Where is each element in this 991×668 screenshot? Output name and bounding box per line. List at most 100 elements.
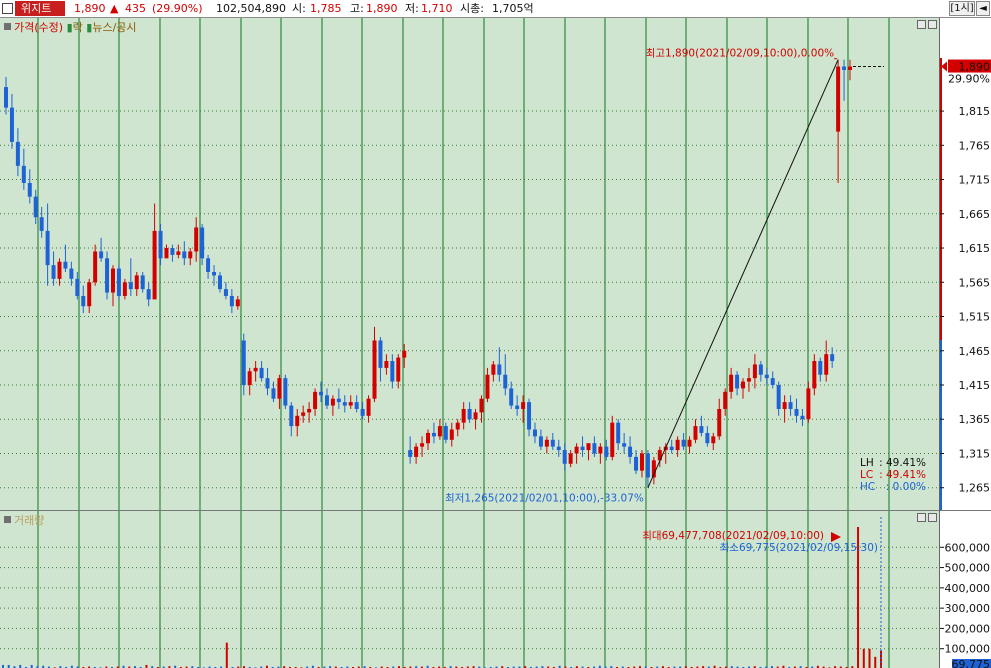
candle-body — [604, 446, 609, 457]
axis-range-bar-upper — [940, 58, 942, 340]
candle-body — [497, 364, 502, 375]
candle-body — [116, 268, 121, 296]
candle-body — [693, 426, 698, 440]
volume-max-pointer-icon — [831, 532, 841, 542]
candle-body — [15, 141, 20, 166]
candle-body — [57, 261, 62, 279]
candle-body — [556, 446, 561, 451]
legend-news[interactable]: 뉴스/공시 — [92, 21, 136, 34]
price-axis[interactable]: 1,815 1,765 1,715 1,665 1,615 1,565 1,515 1,465… — [939, 18, 991, 510]
volume-bar — [874, 656, 877, 668]
candle-body — [348, 402, 353, 406]
pane-close-icon[interactable] — [928, 513, 937, 522]
candle-body — [723, 391, 728, 409]
candle-body — [538, 436, 543, 447]
candle-body — [842, 66, 847, 70]
candle-body — [681, 439, 686, 447]
candle-body — [586, 443, 591, 451]
candle-body — [229, 295, 234, 307]
price-tick-label: 1,765 — [959, 139, 991, 152]
candle-body — [431, 432, 436, 437]
price-tick-label: 1,315 — [959, 447, 991, 460]
candle-body — [420, 443, 425, 447]
volume-axis[interactable]: 600,000 500,000 400,000 300,000 200,000 100,0… — [939, 510, 991, 668]
interval-button[interactable]: [1시] — [949, 1, 975, 16]
candle-body — [521, 402, 526, 409]
volume-tick-label: 500,000 — [945, 562, 991, 575]
legend-marker-icon — [4, 23, 11, 30]
scroll-left-icon[interactable]: ◄ — [976, 1, 990, 16]
candle-body — [402, 350, 407, 358]
candle-body — [794, 408, 799, 416]
volume-tick-label: 200,000 — [945, 622, 991, 635]
candle-body — [806, 388, 811, 420]
ratio-hc-label: HC — [860, 481, 875, 493]
pane-minimize-icon[interactable] — [917, 20, 926, 29]
candle-body — [45, 230, 50, 266]
candle-body — [426, 432, 430, 444]
candle-body — [669, 446, 674, 451]
candle-body — [598, 446, 603, 454]
candle-body — [27, 182, 32, 197]
open-value: 1,785 — [310, 2, 342, 15]
candle-body — [544, 439, 549, 447]
candle-body — [99, 251, 104, 259]
price-legend: 가격(수정) ▮락 ▮뉴스/공시 — [4, 21, 137, 34]
candle-body — [717, 408, 722, 437]
candle-body — [182, 251, 187, 259]
candle-body — [378, 340, 383, 368]
candle-body — [152, 230, 157, 300]
candle-body — [87, 282, 92, 307]
legend-volume[interactable]: 거래량 — [14, 514, 44, 527]
candle-body — [592, 443, 597, 454]
candle-body — [247, 371, 252, 385]
candle-body — [9, 107, 14, 142]
candle-body — [390, 361, 395, 382]
candle-body — [158, 230, 163, 259]
low-label: 저: — [405, 2, 419, 15]
legend-marker-icon — [4, 516, 11, 523]
candle-body — [735, 374, 740, 389]
pane-minimize-icon[interactable] — [917, 513, 926, 522]
volume-bar — [862, 648, 865, 668]
volume-max-annotation: 최대69,477,708(2021/02/09,10:00) — [642, 530, 824, 542]
volume-chart-pane[interactable]: 최대69,477,708(2021/02/09,10:00) 최소69,775(2… — [0, 510, 939, 668]
pane-close-icon[interactable] — [928, 20, 937, 29]
candle-body — [176, 251, 181, 255]
low-high-trend-line — [647, 59, 839, 488]
candle-body — [616, 422, 621, 444]
legend-ex-rights[interactable]: 락 — [73, 21, 83, 34]
price-tick-label: 1,415 — [959, 379, 991, 392]
candle-body — [788, 402, 793, 409]
candle-body — [366, 398, 371, 416]
candle-body — [283, 378, 288, 406]
candle-body — [515, 405, 520, 409]
candle-body — [271, 388, 276, 399]
candle-body — [639, 453, 644, 471]
candle-body — [277, 378, 282, 399]
price-chart-canvas: 최고1,890(2021/02/09,10:00),0.00% 최저1,265(2… — [0, 18, 939, 510]
stock-name[interactable]: 위지트 — [15, 1, 65, 16]
mcap-value: 1,705억 — [492, 2, 534, 15]
candle-body — [295, 415, 300, 427]
price-tick-label: 1,365 — [959, 413, 991, 426]
legend-price[interactable]: 가격(수정) — [14, 21, 63, 34]
candle-body — [449, 429, 454, 440]
high-label: 고: — [350, 2, 364, 15]
ratio-lh-label: LH — [860, 457, 874, 469]
low-value: 1,710 — [421, 2, 453, 15]
candle-body — [33, 196, 38, 218]
candle-body — [752, 364, 757, 379]
candle-body — [824, 354, 829, 375]
current-pct-axis-label: 29.90% — [948, 73, 990, 86]
candle-body — [200, 227, 205, 259]
candle-body — [330, 398, 335, 406]
price-axis-canvas: 1,815 1,765 1,715 1,665 1,615 1,565 1,515 1,465… — [940, 58, 991, 510]
price-chart-pane[interactable]: 최고1,890(2021/02/09,10:00),0.00% 최저1,265(2… — [0, 18, 939, 510]
candle-body — [455, 422, 460, 430]
select-checkbox[interactable] — [2, 3, 13, 14]
candle-body — [503, 374, 508, 389]
candle-body — [81, 295, 86, 307]
candle-body — [770, 378, 775, 385]
candle-body — [818, 361, 823, 375]
